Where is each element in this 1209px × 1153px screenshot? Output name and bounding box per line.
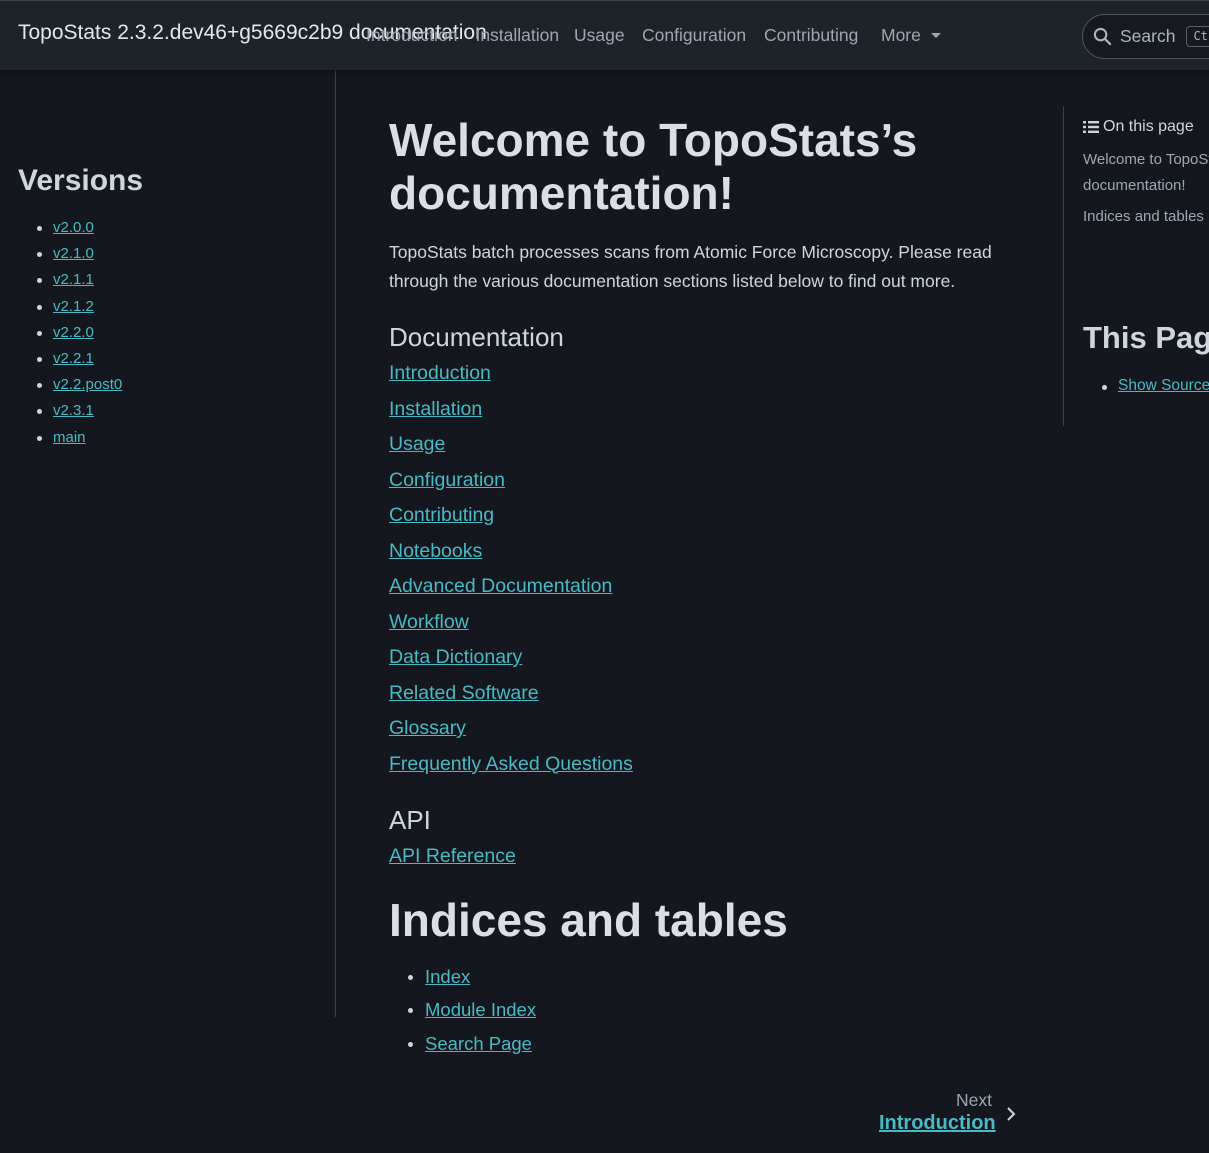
doc-link-introduction[interactable]: Introduction [389, 362, 491, 384]
intro-paragraph: TopoStats batch processes scans from Ato… [389, 242, 992, 291]
nav-more-label: More [881, 25, 921, 45]
documentation-links: Introduction Installation Usage Configur… [389, 362, 633, 788]
index-link[interactable]: Index [425, 966, 470, 987]
version-item: main [36, 429, 122, 455]
doc-link-related-software[interactable]: Related Software [389, 682, 539, 704]
left-sidebar: Versions v2.0.0 v2.1.0 v2.1.1 v2.1.2 v2.… [0, 70, 336, 1017]
doc-link-notebooks[interactable]: Notebooks [389, 540, 482, 562]
list-item: Data Dictionary [389, 646, 633, 682]
version-item: v2.2.post0 [36, 376, 122, 402]
version-item: v2.0.0 [36, 219, 122, 245]
next-label: Next [956, 1090, 992, 1110]
api-links: API Reference [389, 845, 516, 868]
version-item: v2.1.2 [36, 298, 122, 324]
module-index-link[interactable]: Module Index [425, 999, 536, 1020]
list-item: Introduction [389, 362, 633, 398]
chevron-right-icon[interactable] [1003, 1106, 1019, 1122]
top-navbar: TopoStats 2.3.2.dev46+g5669c2b9 document… [0, 0, 1209, 70]
toc-title-label: On this page [1103, 118, 1194, 135]
documentation-heading: Documentation [389, 322, 564, 352]
toc-link-indices[interactable]: Indices and tables [1083, 208, 1204, 225]
api-reference-link[interactable]: API Reference [389, 845, 516, 867]
this-page-heading: This Page [1083, 320, 1209, 355]
doc-link-glossary[interactable]: Glossary [389, 717, 466, 739]
list-item: Search Page [407, 1033, 536, 1066]
doc-link-advanced-documentation[interactable]: Advanced Documentation [389, 575, 612, 597]
list-item: API Reference [389, 845, 516, 868]
api-heading: API [389, 805, 431, 835]
version-link-v2-2-1[interactable]: v2.2.1 [53, 350, 94, 367]
nav-more-dropdown[interactable]: More [881, 25, 941, 46]
next-page-link[interactable]: Introduction [879, 1112, 996, 1135]
doc-link-usage[interactable]: Usage [389, 433, 445, 455]
version-item: v2.3.1 [36, 402, 122, 428]
search-page-link[interactable]: Search Page [425, 1033, 532, 1054]
search-label: Search [1120, 26, 1176, 46]
list-item: Notebooks [389, 540, 633, 576]
version-link-v2-0-0[interactable]: v2.0.0 [53, 219, 94, 236]
list-item: Module Index [407, 999, 536, 1032]
version-link-v2-2-0[interactable]: v2.2.0 [53, 324, 94, 341]
show-source-link[interactable]: Show Source [1118, 377, 1209, 394]
list-item: Advanced Documentation [389, 575, 633, 611]
this-page-list: Show Source [1101, 377, 1209, 395]
search-icon [1093, 27, 1112, 46]
list-item: Installation [389, 398, 633, 434]
nav-introduction[interactable]: Introduction [366, 25, 457, 46]
list-icon [1083, 121, 1099, 133]
version-link-v2-1-1[interactable]: v2.1.1 [53, 271, 94, 288]
doc-link-data-dictionary[interactable]: Data Dictionary [389, 646, 522, 668]
nav-configuration[interactable]: Configuration [642, 25, 746, 46]
toc-link-welcome[interactable]: Welcome to TopoStats’s documentation! [1083, 147, 1209, 199]
list-item: Glossary [389, 717, 633, 753]
version-link-main[interactable]: main [53, 429, 86, 446]
version-item: v2.1.0 [36, 245, 122, 271]
right-toc: On this page Welcome to TopoStats’s docu… [1063, 106, 1209, 426]
toc-title: On this page [1083, 118, 1194, 136]
version-link-v2-1-2[interactable]: v2.1.2 [53, 298, 94, 315]
list-item: Index [407, 966, 536, 999]
list-item: Contributing [389, 504, 633, 540]
version-link-v2-3-1[interactable]: v2.3.1 [53, 402, 94, 419]
doc-link-workflow[interactable]: Workflow [389, 611, 469, 633]
versions-heading: Versions [18, 164, 144, 197]
caret-down-icon [930, 33, 941, 38]
doc-link-configuration[interactable]: Configuration [389, 469, 505, 491]
list-item: Show Source [1101, 377, 1209, 395]
list-item: Usage [389, 433, 633, 469]
doc-link-installation[interactable]: Installation [389, 398, 482, 420]
list-item: Workflow [389, 611, 633, 647]
nav-usage[interactable]: Usage [574, 25, 625, 46]
indices-heading: Indices and tables [389, 894, 788, 946]
search-button[interactable]: Search Ct [1082, 14, 1209, 59]
version-link-v2-2-post0[interactable]: v2.2.post0 [53, 376, 122, 393]
indices-list: Index Module Index Search Page [407, 966, 536, 1066]
doc-link-contributing[interactable]: Contributing [389, 504, 494, 526]
doc-link-faq[interactable]: Frequently Asked Questions [389, 753, 633, 775]
version-link-v2-1-0[interactable]: v2.1.0 [53, 245, 94, 262]
nav-installation[interactable]: Installation [475, 25, 559, 46]
version-item: v2.2.1 [36, 350, 122, 376]
version-item: v2.2.0 [36, 324, 122, 350]
nav-links: Introduction Installation [366, 25, 577, 46]
nav-contributing[interactable]: Contributing [764, 25, 858, 46]
search-shortcut-key: Ct [1186, 26, 1209, 47]
list-item: Related Software [389, 682, 633, 718]
page-title: Welcome to TopoStats’s documentation! [389, 114, 918, 219]
list-item: Configuration [389, 469, 633, 505]
versions-list: v2.0.0 v2.1.0 v2.1.1 v2.1.2 v2.2.0 v2.2.… [36, 219, 122, 455]
list-item: Frequently Asked Questions [389, 753, 633, 789]
version-item: v2.1.1 [36, 271, 122, 297]
